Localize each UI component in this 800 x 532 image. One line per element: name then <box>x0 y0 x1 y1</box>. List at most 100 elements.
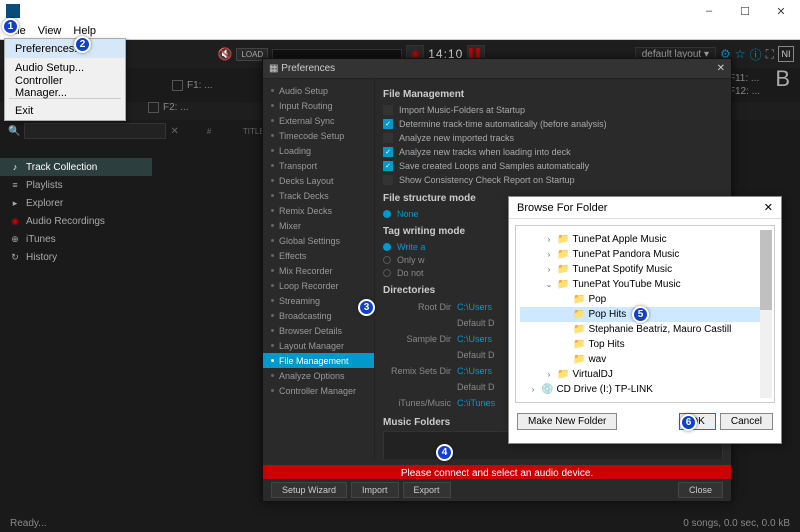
prefs-nav-transport[interactable]: Transport <box>263 158 374 173</box>
minimize-button[interactable]: – <box>692 1 726 21</box>
checkbox-row[interactable]: ✓Analyze new tracks when loading into de… <box>383 145 723 159</box>
prefs-nav-track-decks[interactable]: Track Decks <box>263 188 374 203</box>
prefs-nav-loading[interactable]: Loading <box>263 143 374 158</box>
tree-item[interactable]: ›📁TunePat Spotify Music <box>520 262 770 277</box>
expand-arrow-icon[interactable]: › <box>544 370 554 379</box>
checkbox-icon[interactable]: ✓ <box>383 119 393 129</box>
export-button[interactable]: Export <box>403 482 451 498</box>
explorer-icon: ▸ <box>10 198 20 209</box>
menu-preferences[interactable]: Preferences... <box>5 39 125 58</box>
prefs-nav-analyze-options[interactable]: Analyze Options <box>263 368 374 383</box>
directory-path[interactable]: C:\iTunes <box>457 398 495 408</box>
browse-close-icon[interactable]: ✕ <box>764 201 773 214</box>
fullscreen-icon[interactable]: ⛶ <box>766 47 774 62</box>
close-search-icon[interactable]: ✕ <box>170 126 178 137</box>
checkbox-row[interactable]: Analyze new imported tracks <box>383 131 723 145</box>
directory-path[interactable]: C:\Users <box>457 302 492 312</box>
setup-wizard-button[interactable]: Setup Wizard <box>271 482 347 498</box>
folder-icon: 📁 <box>573 354 585 365</box>
prefs-nav-effects[interactable]: Effects <box>263 248 374 263</box>
directory-path[interactable]: Default D <box>457 382 495 392</box>
prefs-nav-broadcasting[interactable]: Broadcasting <box>263 308 374 323</box>
directory-path[interactable]: C:\Users <box>457 366 492 376</box>
import-button[interactable]: Import <box>351 482 399 498</box>
checkbox-row[interactable]: ✓Determine track-time automatically (bef… <box>383 117 723 131</box>
tree-item[interactable]: ›📁TunePat Apple Music <box>520 232 770 247</box>
expand-arrow-icon[interactable]: ⌄ <box>544 280 554 289</box>
sidebar-item-audio-recordings[interactable]: ◉Audio Recordings <box>0 212 152 230</box>
expand-arrow-icon[interactable]: › <box>544 265 554 274</box>
prefs-close-icon[interactable]: ✕ <box>717 63 725 74</box>
favorites-icon[interactable]: ☆ <box>735 47 746 61</box>
tree-item[interactable]: 📁wav <box>520 352 770 367</box>
tree-item[interactable]: 📁Pop <box>520 292 770 307</box>
sidebar-item-itunes[interactable]: ⊕iTunes <box>0 230 152 248</box>
radio-icon[interactable] <box>383 256 391 264</box>
menu-view[interactable]: View <box>38 25 62 37</box>
prefs-nav-audio-setup[interactable]: Audio Setup <box>263 83 374 98</box>
prefs-nav-external-sync[interactable]: External Sync <box>263 113 374 128</box>
tree-item[interactable]: 📁Stephanie Beatriz, Mauro Castill <box>520 322 770 337</box>
expand-arrow-icon[interactable]: › <box>544 250 554 259</box>
menu-help[interactable]: Help <box>73 25 96 37</box>
prefs-close-button[interactable]: Close <box>678 482 723 498</box>
sidebar-item-playlists[interactable]: ≡Playlists <box>0 176 152 194</box>
prefs-nav-input-routing[interactable]: Input Routing <box>263 98 374 113</box>
prefs-nav-layout-manager[interactable]: Layout Manager <box>263 338 374 353</box>
tree-item[interactable]: ⌄📁TunePat YouTube Music <box>520 277 770 292</box>
radio-icon[interactable] <box>383 269 391 277</box>
scrollbar-thumb[interactable] <box>760 230 772 310</box>
checkbox-row[interactable]: Show Consistency Check Report on Startup <box>383 173 723 187</box>
sidebar-item-track-collection[interactable]: ♪Track Collection <box>0 158 152 176</box>
folder-icon: 📁 <box>557 279 569 290</box>
prefs-nav-loop-recorder[interactable]: Loop Recorder <box>263 278 374 293</box>
cancel-button[interactable]: Cancel <box>720 413 773 430</box>
deck-slot-f2[interactable]: F2: ... <box>148 102 189 113</box>
music-note-icon: ♪ <box>10 162 20 172</box>
radio-fs-none[interactable] <box>383 210 391 218</box>
prefs-nav-controller-manager[interactable]: Controller Manager <box>263 383 374 398</box>
prefs-nav-decks-layout[interactable]: Decks Layout <box>263 173 374 188</box>
checkbox-icon[interactable]: ✓ <box>383 147 393 157</box>
close-button[interactable]: ✕ <box>764 1 798 21</box>
info-icon[interactable]: ⓘ <box>750 46 762 63</box>
checkbox-icon[interactable]: ✓ <box>383 161 393 171</box>
expand-arrow-icon[interactable]: › <box>528 385 538 394</box>
search-input[interactable] <box>24 123 166 139</box>
sidebar-item-history[interactable]: ↻History <box>0 248 152 266</box>
prefs-nav-timecode-setup[interactable]: Timecode Setup <box>263 128 374 143</box>
menu-controller-manager[interactable]: Controller Manager... <box>5 77 125 96</box>
prefs-nav-remix-decks[interactable]: Remix Decks <box>263 203 374 218</box>
directory-path[interactable]: C:\Users <box>457 334 492 344</box>
prefs-nav-browser-details[interactable]: Browser Details <box>263 323 374 338</box>
tree-item[interactable]: 📁Top Hits <box>520 337 770 352</box>
deck-slot-f1[interactable]: F1: ... <box>172 80 213 91</box>
directory-path[interactable]: Default D <box>457 350 495 360</box>
make-new-folder-button[interactable]: Make New Folder <box>517 413 617 430</box>
maximize-button[interactable]: ☐ <box>728 1 762 21</box>
mute-icon[interactable]: 🔇 <box>217 47 232 61</box>
checkbox-icon[interactable] <box>383 175 393 185</box>
window-titlebar: – ☐ ✕ <box>0 0 800 22</box>
col-num[interactable]: # <box>207 127 239 136</box>
checkbox-row[interactable]: ✓Save created Loops and Samples automati… <box>383 159 723 173</box>
file-menu-dropdown: Preferences... Audio Setup... Controller… <box>4 38 126 121</box>
menu-exit[interactable]: Exit <box>5 101 125 120</box>
checkbox-icon[interactable] <box>383 133 393 143</box>
prefs-nav-global-settings[interactable]: Global Settings <box>263 233 374 248</box>
tree-item[interactable]: ›📁TunePat Pandora Music <box>520 247 770 262</box>
radio-icon[interactable] <box>383 243 391 251</box>
prefs-nav-mixer[interactable]: Mixer <box>263 218 374 233</box>
tree-item[interactable]: ›📁VirtualDJ <box>520 367 770 382</box>
marker-3: 3 <box>358 299 375 316</box>
checkbox-icon[interactable] <box>383 105 393 115</box>
sidebar-item-explorer[interactable]: ▸Explorer <box>0 194 152 212</box>
section-file-management: File Management <box>383 89 723 100</box>
prefs-nav-mix-recorder[interactable]: Mix Recorder <box>263 263 374 278</box>
status-bar: Ready... 0 songs, 0.0 sec, 0.0 kB <box>0 514 800 532</box>
prefs-nav-file-management[interactable]: File Management <box>263 353 374 368</box>
tree-item[interactable]: ›💿CD Drive (I:) TP-LINK <box>520 382 770 397</box>
expand-arrow-icon[interactable]: › <box>544 235 554 244</box>
checkbox-row[interactable]: Import Music-Folders at Startup <box>383 103 723 117</box>
directory-path[interactable]: Default D <box>457 318 495 328</box>
